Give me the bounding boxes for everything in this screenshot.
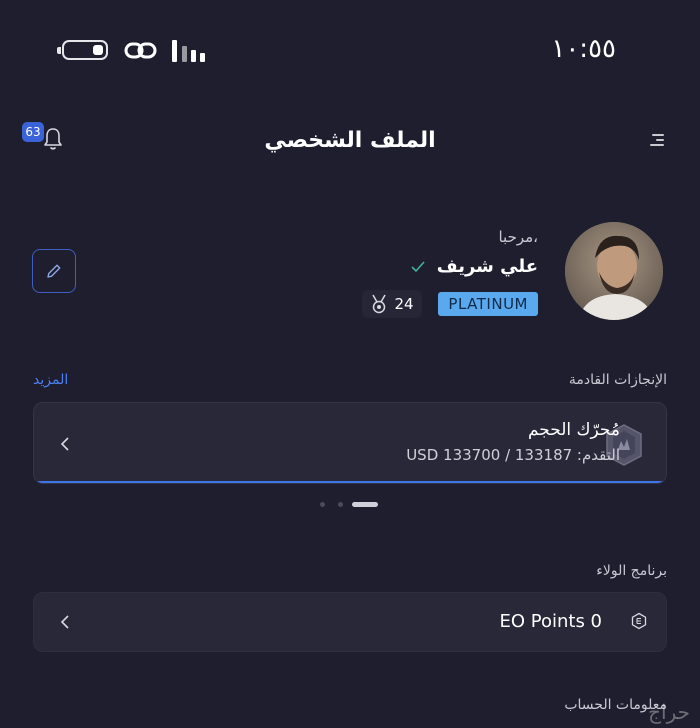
chevron-left-icon bbox=[60, 437, 69, 451]
link-icon bbox=[124, 42, 157, 59]
tier-badge: PLATINUM bbox=[438, 292, 538, 316]
pencil-icon bbox=[47, 264, 61, 278]
pager-dot[interactable] bbox=[320, 502, 325, 507]
carousel-pager bbox=[318, 502, 382, 508]
achievement-progress-bar bbox=[36, 481, 666, 483]
medal-count: 24 bbox=[394, 295, 414, 313]
loyalty-section-title: برنامج الولاء bbox=[596, 563, 667, 579]
user-name: علي شريف bbox=[436, 256, 538, 277]
watermark: حراج bbox=[648, 700, 690, 724]
pager-dot[interactable] bbox=[338, 502, 343, 507]
chevron-left-icon bbox=[60, 615, 69, 629]
status-bar: ١٠:٥٥ bbox=[0, 0, 700, 100]
battery-icon bbox=[57, 40, 108, 60]
medal-icon bbox=[372, 294, 387, 314]
eo-points-icon bbox=[631, 612, 647, 630]
verified-check-icon bbox=[411, 260, 425, 272]
medal-chip: 24 bbox=[362, 290, 422, 318]
signal-icon bbox=[172, 40, 208, 62]
achievement-name: مُحرّك الحجم bbox=[527, 420, 620, 440]
eo-points-value: EO Points 0 bbox=[499, 611, 602, 632]
more-link[interactable]: المزيد bbox=[33, 372, 68, 388]
edit-profile-button[interactable] bbox=[32, 249, 76, 293]
bell-icon[interactable] bbox=[42, 126, 64, 152]
menu-icon[interactable] bbox=[648, 132, 664, 148]
avatar-photo bbox=[565, 222, 663, 320]
avatar[interactable] bbox=[565, 222, 663, 320]
user-name-row: علي شريف bbox=[411, 256, 538, 277]
pager-dot-active[interactable] bbox=[352, 502, 378, 507]
status-time: ١٠:٥٥ bbox=[551, 34, 616, 64]
page-title: الملف الشخصي bbox=[264, 128, 436, 153]
achievement-card[interactable] bbox=[33, 402, 667, 484]
achievements-section-title: الإنجازات القادمة bbox=[568, 372, 667, 388]
greeting-text: مرحبا، bbox=[498, 228, 538, 246]
achievement-progress-text: التقدم: 133187 / 133700 USD bbox=[406, 446, 620, 464]
notification-badge: 63 bbox=[22, 122, 44, 142]
